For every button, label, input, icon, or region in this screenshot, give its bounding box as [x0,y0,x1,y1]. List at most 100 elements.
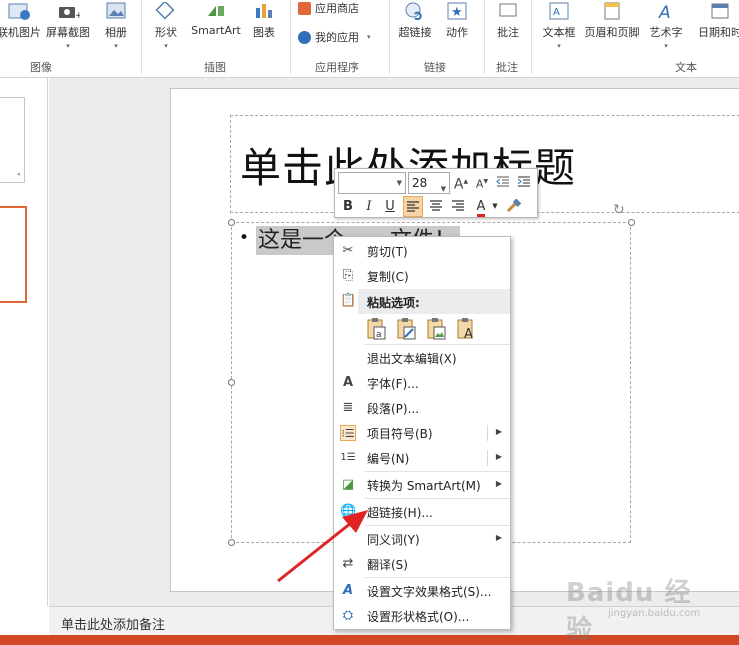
menu-item-exit-text-edit[interactable]: 退出文本编辑(X) [334,346,510,370]
globe-link-icon [403,2,427,21]
align-right-icon [452,200,464,211]
font-a-icon: A [342,375,354,390]
italic-button[interactable]: I [359,196,379,217]
decrease-indent-icon[interactable] [494,172,512,192]
smartart-icon [204,2,228,20]
photo-album-button[interactable]: 相册 ▾ [100,2,132,50]
online-pictures-button[interactable]: 联机图片 [0,2,41,40]
my-apps-icon [298,30,311,44]
align-center-button[interactable] [426,196,446,217]
paint-bucket-icon: ⛭ [342,608,354,623]
smartart-icon: ◪ [341,477,355,492]
submenu-arrow-icon: ▶ [495,427,502,436]
numbered-list-icon: 1☰ [340,452,356,463]
date-time-button[interactable]: 日期和时 [690,2,739,40]
rotate-handle-icon[interactable]: ↻ [613,202,625,218]
watermark-url: jingyan.baidu.com [608,608,701,619]
align-center-icon [430,200,442,211]
menu-item-shape-format[interactable]: ⛭ 设置形状格式(O)... [334,604,510,628]
chart-icon [252,2,276,20]
smartart-button[interactable]: SmartArt [188,2,244,37]
app-store-button[interactable]: 应用商店 [298,0,359,16]
group-label-illustrations: 插图 [204,61,226,74]
wordart-button[interactable]: A 艺术字 ▾ [646,2,686,50]
font-color-button[interactable]: A [471,196,491,217]
resize-handle[interactable] [628,219,635,226]
group-label-apps: 应用程序 [315,61,359,74]
align-right-button[interactable] [448,196,468,217]
svg-text:A: A [464,327,473,341]
svg-text:A: A [658,3,671,20]
menu-item-cut[interactable]: ✂ 剪切(T) [334,239,510,263]
menu-item-paragraph[interactable]: ≣ 段落(P)... [334,396,510,420]
camera-icon: + [56,2,83,21]
svg-text:a: a [376,330,382,340]
slide-thumbnail-2-selected[interactable] [0,206,27,303]
comment-icon [496,2,520,20]
paste-keep-formatting-icon[interactable]: a [365,317,387,341]
align-left-button[interactable] [403,196,423,217]
menu-item-font[interactable]: A 字体(F)... [334,371,510,395]
star-action-icon: ★ [445,2,469,20]
hyperlink-button[interactable]: 超链接 [396,2,434,40]
paste-destination-theme-icon[interactable] [395,317,417,341]
shapes-button[interactable]: 形状 ▾ [150,0,182,50]
header-footer-icon [600,2,624,20]
shapes-icon [154,0,178,20]
bold-button[interactable]: B [338,196,358,217]
group-label-links: 链接 [424,61,446,74]
screenshot-button[interactable]: + 屏幕截图 ▾ [44,2,92,50]
submenu-arrow-icon: ▶ [495,533,502,542]
bullet-list-icon: ⁝☰ [340,425,356,441]
underline-button[interactable]: U [380,196,400,217]
store-icon [298,1,311,15]
textbox-button[interactable]: A 文本框 ▾ [540,2,578,50]
paste-options-header: 粘贴选项: [358,289,510,314]
comment-button[interactable]: 批注 [492,2,524,40]
group-label-text: 文本 [675,61,697,74]
menu-item-numbering[interactable]: 1☰ 编号(N) ▶ [334,446,510,470]
annotation-arrow [277,510,368,583]
mini-toolbar: ▼ 28 ▼ A▲ A▼ B I U A ▼ [334,168,538,218]
resize-handle[interactable] [228,219,235,226]
clipboard-icon: 📋 [340,293,357,308]
scissors-icon: ✂ [342,243,354,258]
font-color-dropdown-icon[interactable]: ▼ [490,196,500,217]
bullet-marker: • [239,228,250,248]
slide-thumbnail-1[interactable]: ◂ [0,97,25,183]
svg-text:★: ★ [451,5,463,20]
resize-handle[interactable] [228,539,235,546]
paste-text-only-icon[interactable]: A [455,317,477,341]
svg-text:+: + [75,11,80,20]
align-left-icon [407,201,419,212]
wordart-icon: A [654,2,678,23]
copy-icon: ⎘ [342,268,354,283]
submenu-arrow-icon: ▶ [495,479,502,488]
menu-item-convert-smartart[interactable]: ◪ 转换为 SmartArt(M) ▶ [334,473,510,497]
grow-font-button[interactable]: A▲ [452,172,470,193]
textbox-icon: A [547,2,571,20]
font-size-dropdown[interactable]: 28 ▼ [408,172,450,194]
shrink-font-button[interactable]: A▼ [473,172,491,192]
menu-item-bullets[interactable]: ⁝☰ 项目符号(B) ▶ [334,421,510,445]
slide-thumbnail-pane: ◂ [0,78,48,606]
watermark: Baidu 经验 jingyan.baidu.com [566,564,716,645]
action-button[interactable]: ★ 动作 [441,2,473,40]
group-label-images: 图像 [30,61,52,74]
increase-indent-icon[interactable] [515,172,533,192]
format-painter-icon[interactable] [504,196,524,217]
chevron-down-icon: ▼ [396,179,402,187]
album-icon [104,2,128,20]
chart-button[interactable]: 图表 [248,2,280,40]
paste-picture-icon[interactable] [425,317,447,341]
resize-handle[interactable] [228,379,235,386]
paragraph-icon: ≣ [342,400,354,415]
globe-picture-icon [7,2,31,20]
my-apps-button[interactable]: 我的应用 ▾ [298,29,371,45]
powerpoint-window: 联机图片 + 屏幕截图 ▾ 相册 ▾ 图像 形状 ▾ SmartArt 图表 插… [0,0,739,645]
svg-text:A: A [553,7,560,18]
font-name-dropdown[interactable]: ▼ [338,172,406,194]
header-footer-button[interactable]: 页眉和页脚 [582,2,642,40]
submenu-arrow-icon: ▶ [495,452,502,461]
menu-item-copy[interactable]: ⎘ 复制(C) [334,264,510,288]
